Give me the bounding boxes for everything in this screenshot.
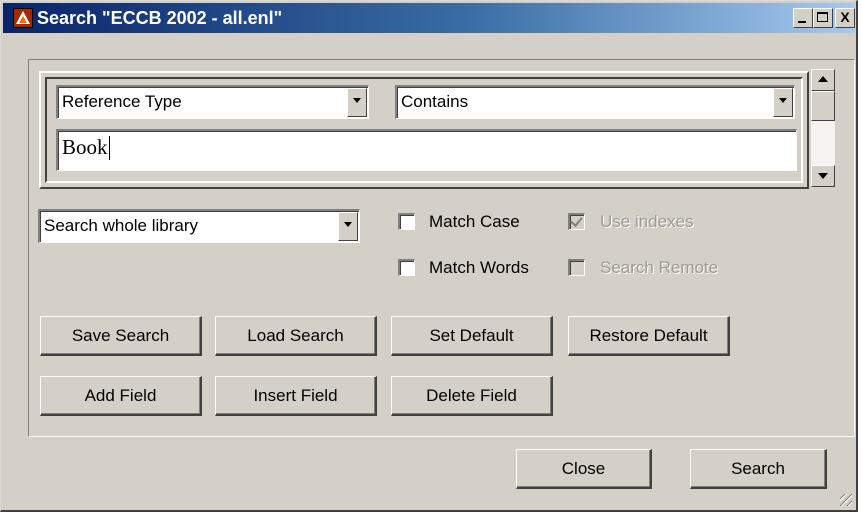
checkmark-icon [570,214,583,227]
criteria-scrollbar[interactable] [811,69,835,187]
load-search-button[interactable]: Load Search [215,316,377,356]
use-indexes-checkbox [568,213,585,230]
search-dialog-window: Search "ECCB 2002 - all.enl" X Reference… [0,0,858,512]
text-caret [109,136,110,160]
scroll-thumb[interactable] [811,91,835,121]
title-bar[interactable]: Search "ECCB 2002 - all.enl" X [3,3,855,33]
scroll-up-button[interactable] [811,69,835,91]
scroll-track[interactable] [811,121,835,165]
minimize-icon [798,21,806,23]
close-window-button[interactable]: X [835,8,855,28]
scroll-down-button[interactable] [811,165,835,187]
arrow-down-icon [818,173,828,179]
close-button[interactable]: Close [516,449,652,489]
restore-default-button[interactable]: Restore Default [568,316,730,356]
maximize-button[interactable] [813,8,833,28]
field-select-dropdown-button[interactable] [347,88,367,117]
match-words-checkbox[interactable] [398,259,415,276]
search-button[interactable]: Search [690,449,827,489]
chevron-down-icon [344,222,352,227]
scope-dropdown-button[interactable] [338,212,358,241]
insert-field-button[interactable]: Insert Field [215,376,377,416]
match-case-label[interactable]: Match Case [429,212,520,232]
endnote-app-icon[interactable] [13,8,33,28]
search-remote-label: Search Remote [600,258,719,277]
match-words-label[interactable]: Match Words [429,258,529,278]
save-search-button[interactable]: Save Search [40,316,202,356]
minimize-button[interactable] [793,8,813,28]
operator-select-value: Contains [401,92,469,111]
field-select[interactable]: Reference Type [56,85,369,119]
search-text-value: Book [62,135,108,159]
use-indexes-label: Use indexes [600,212,694,231]
chevron-down-icon [353,98,361,103]
maximize-icon [817,12,828,22]
search-text-input[interactable]: Book [56,129,797,171]
search-remote-checkbox [568,259,585,276]
delete-field-button[interactable]: Delete Field [391,376,553,416]
chevron-down-icon [779,98,787,103]
search-scope-value: Search whole library [44,216,199,235]
match-case-checkbox[interactable] [398,213,415,230]
operator-select[interactable]: Contains [395,85,795,119]
operator-select-dropdown-button[interactable] [773,88,793,117]
field-select-value: Reference Type [62,92,182,111]
search-scope-select[interactable]: Search whole library [38,209,360,243]
resize-grip[interactable] [840,494,852,506]
set-default-button[interactable]: Set Default [391,316,553,356]
add-field-button[interactable]: Add Field [40,376,202,416]
arrow-up-icon [818,76,828,82]
window-title: Search "ECCB 2002 - all.enl" [37,8,283,28]
